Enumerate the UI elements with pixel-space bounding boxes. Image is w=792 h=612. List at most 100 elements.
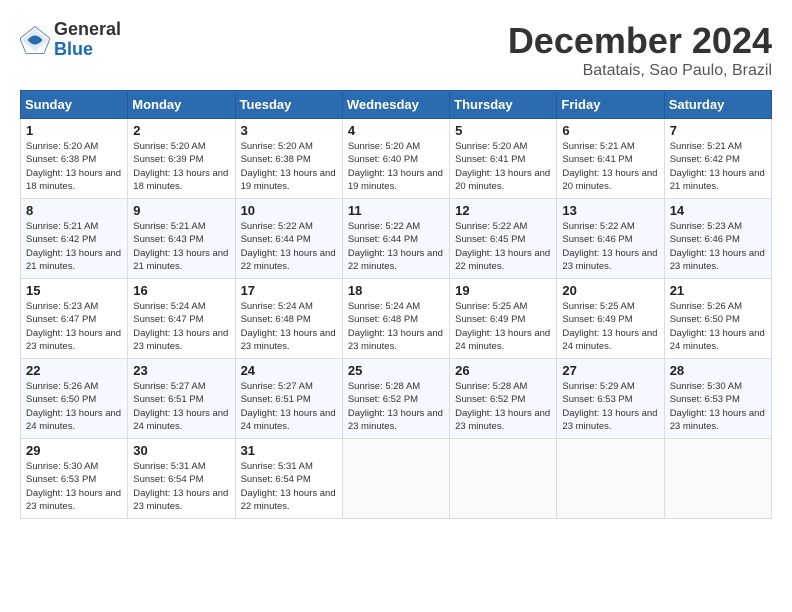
day-info: Sunrise: 5:20 AMSunset: 6:38 PMDaylight:… [26, 141, 121, 192]
day-header-saturday: Saturday [664, 91, 771, 119]
day-number: 6 [562, 123, 658, 138]
day-number: 3 [241, 123, 337, 138]
day-info: Sunrise: 5:23 AMSunset: 6:46 PMDaylight:… [670, 221, 765, 272]
day-info: Sunrise: 5:24 AMSunset: 6:48 PMDaylight:… [348, 301, 443, 352]
day-info: Sunrise: 5:30 AMSunset: 6:53 PMDaylight:… [26, 461, 121, 512]
calendar-cell: 30 Sunrise: 5:31 AMSunset: 6:54 PMDaylig… [128, 439, 235, 519]
calendar-cell: 18 Sunrise: 5:24 AMSunset: 6:48 PMDaylig… [342, 279, 449, 359]
day-info: Sunrise: 5:25 AMSunset: 6:49 PMDaylight:… [562, 301, 657, 352]
calendar-table: SundayMondayTuesdayWednesdayThursdayFrid… [20, 90, 772, 519]
day-number: 16 [133, 283, 229, 298]
day-info: Sunrise: 5:25 AMSunset: 6:49 PMDaylight:… [455, 301, 550, 352]
day-number: 7 [670, 123, 766, 138]
day-header-monday: Monday [128, 91, 235, 119]
day-number: 8 [26, 203, 122, 218]
calendar-cell: 25 Sunrise: 5:28 AMSunset: 6:52 PMDaylig… [342, 359, 449, 439]
day-number: 30 [133, 443, 229, 458]
day-number: 2 [133, 123, 229, 138]
day-number: 4 [348, 123, 444, 138]
calendar-cell: 11 Sunrise: 5:22 AMSunset: 6:44 PMDaylig… [342, 199, 449, 279]
logo: General Blue [20, 20, 121, 60]
day-info: Sunrise: 5:24 AMSunset: 6:48 PMDaylight:… [241, 301, 336, 352]
day-number: 18 [348, 283, 444, 298]
day-number: 31 [241, 443, 337, 458]
calendar-cell: 22 Sunrise: 5:26 AMSunset: 6:50 PMDaylig… [21, 359, 128, 439]
calendar-cell: 29 Sunrise: 5:30 AMSunset: 6:53 PMDaylig… [21, 439, 128, 519]
day-info: Sunrise: 5:22 AMSunset: 6:44 PMDaylight:… [348, 221, 443, 272]
day-info: Sunrise: 5:20 AMSunset: 6:39 PMDaylight:… [133, 141, 228, 192]
logo-text: General Blue [54, 20, 121, 60]
day-info: Sunrise: 5:21 AMSunset: 6:41 PMDaylight:… [562, 141, 657, 192]
day-header-sunday: Sunday [21, 91, 128, 119]
day-header-friday: Friday [557, 91, 664, 119]
calendar-week-5: 29 Sunrise: 5:30 AMSunset: 6:53 PMDaylig… [21, 439, 772, 519]
location-subtitle: Batatais, Sao Paulo, Brazil [508, 62, 772, 80]
day-number: 29 [26, 443, 122, 458]
calendar-cell: 5 Sunrise: 5:20 AMSunset: 6:41 PMDayligh… [450, 119, 557, 199]
day-header-thursday: Thursday [450, 91, 557, 119]
logo-icon [20, 25, 50, 55]
day-info: Sunrise: 5:22 AMSunset: 6:46 PMDaylight:… [562, 221, 657, 272]
day-number: 22 [26, 363, 122, 378]
calendar-week-2: 8 Sunrise: 5:21 AMSunset: 6:42 PMDayligh… [21, 199, 772, 279]
calendar-cell: 15 Sunrise: 5:23 AMSunset: 6:47 PMDaylig… [21, 279, 128, 359]
calendar-cell: 7 Sunrise: 5:21 AMSunset: 6:42 PMDayligh… [664, 119, 771, 199]
day-header-tuesday: Tuesday [235, 91, 342, 119]
calendar-cell: 17 Sunrise: 5:24 AMSunset: 6:48 PMDaylig… [235, 279, 342, 359]
day-info: Sunrise: 5:30 AMSunset: 6:53 PMDaylight:… [670, 381, 765, 432]
day-number: 12 [455, 203, 551, 218]
title-block: December 2024 Batatais, Sao Paulo, Brazi… [508, 20, 772, 80]
day-number: 13 [562, 203, 658, 218]
day-number: 14 [670, 203, 766, 218]
calendar-cell: 14 Sunrise: 5:23 AMSunset: 6:46 PMDaylig… [664, 199, 771, 279]
calendar-cell: 4 Sunrise: 5:20 AMSunset: 6:40 PMDayligh… [342, 119, 449, 199]
calendar-cell: 21 Sunrise: 5:26 AMSunset: 6:50 PMDaylig… [664, 279, 771, 359]
calendar-cell: 16 Sunrise: 5:24 AMSunset: 6:47 PMDaylig… [128, 279, 235, 359]
calendar-cell: 10 Sunrise: 5:22 AMSunset: 6:44 PMDaylig… [235, 199, 342, 279]
day-number: 5 [455, 123, 551, 138]
calendar-header-row: SundayMondayTuesdayWednesdayThursdayFrid… [21, 91, 772, 119]
day-number: 27 [562, 363, 658, 378]
day-number: 1 [26, 123, 122, 138]
day-number: 23 [133, 363, 229, 378]
calendar-cell: 13 Sunrise: 5:22 AMSunset: 6:46 PMDaylig… [557, 199, 664, 279]
page-header: General Blue December 2024 Batatais, Sao… [20, 20, 772, 80]
day-number: 26 [455, 363, 551, 378]
calendar-week-3: 15 Sunrise: 5:23 AMSunset: 6:47 PMDaylig… [21, 279, 772, 359]
calendar-cell: 2 Sunrise: 5:20 AMSunset: 6:39 PMDayligh… [128, 119, 235, 199]
day-number: 21 [670, 283, 766, 298]
calendar-cell: 6 Sunrise: 5:21 AMSunset: 6:41 PMDayligh… [557, 119, 664, 199]
calendar-cell: 27 Sunrise: 5:29 AMSunset: 6:53 PMDaylig… [557, 359, 664, 439]
calendar-cell: 23 Sunrise: 5:27 AMSunset: 6:51 PMDaylig… [128, 359, 235, 439]
day-info: Sunrise: 5:21 AMSunset: 6:42 PMDaylight:… [670, 141, 765, 192]
day-number: 19 [455, 283, 551, 298]
day-number: 25 [348, 363, 444, 378]
calendar-cell: 3 Sunrise: 5:20 AMSunset: 6:38 PMDayligh… [235, 119, 342, 199]
day-info: Sunrise: 5:21 AMSunset: 6:42 PMDaylight:… [26, 221, 121, 272]
day-number: 28 [670, 363, 766, 378]
day-info: Sunrise: 5:31 AMSunset: 6:54 PMDaylight:… [241, 461, 336, 512]
day-info: Sunrise: 5:29 AMSunset: 6:53 PMDaylight:… [562, 381, 657, 432]
calendar-cell: 19 Sunrise: 5:25 AMSunset: 6:49 PMDaylig… [450, 279, 557, 359]
calendar-cell [557, 439, 664, 519]
calendar-cell [664, 439, 771, 519]
calendar-cell: 8 Sunrise: 5:21 AMSunset: 6:42 PMDayligh… [21, 199, 128, 279]
day-info: Sunrise: 5:24 AMSunset: 6:47 PMDaylight:… [133, 301, 228, 352]
month-title: December 2024 [508, 20, 772, 62]
day-info: Sunrise: 5:20 AMSunset: 6:38 PMDaylight:… [241, 141, 336, 192]
day-number: 24 [241, 363, 337, 378]
day-number: 17 [241, 283, 337, 298]
day-info: Sunrise: 5:23 AMSunset: 6:47 PMDaylight:… [26, 301, 121, 352]
calendar-cell: 9 Sunrise: 5:21 AMSunset: 6:43 PMDayligh… [128, 199, 235, 279]
day-info: Sunrise: 5:26 AMSunset: 6:50 PMDaylight:… [670, 301, 765, 352]
day-header-wednesday: Wednesday [342, 91, 449, 119]
day-number: 15 [26, 283, 122, 298]
calendar-cell: 20 Sunrise: 5:25 AMSunset: 6:49 PMDaylig… [557, 279, 664, 359]
day-info: Sunrise: 5:21 AMSunset: 6:43 PMDaylight:… [133, 221, 228, 272]
day-info: Sunrise: 5:20 AMSunset: 6:41 PMDaylight:… [455, 141, 550, 192]
calendar-cell: 24 Sunrise: 5:27 AMSunset: 6:51 PMDaylig… [235, 359, 342, 439]
calendar-cell: 28 Sunrise: 5:30 AMSunset: 6:53 PMDaylig… [664, 359, 771, 439]
day-number: 11 [348, 203, 444, 218]
day-number: 20 [562, 283, 658, 298]
calendar-week-1: 1 Sunrise: 5:20 AMSunset: 6:38 PMDayligh… [21, 119, 772, 199]
